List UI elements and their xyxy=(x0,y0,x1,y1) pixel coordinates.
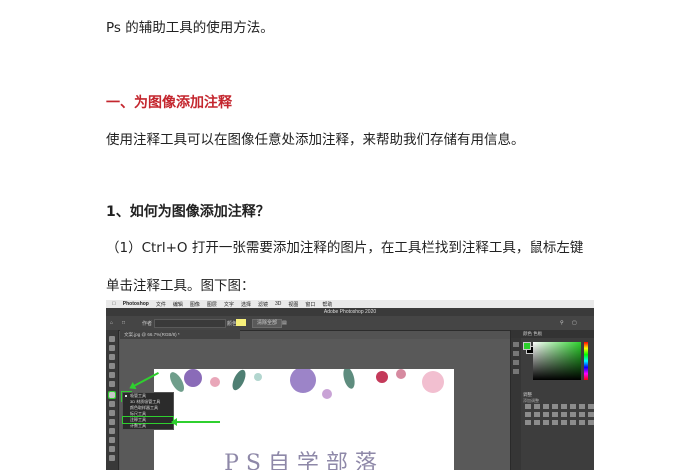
leaf-decoration xyxy=(229,369,249,393)
quick-select-tool-icon xyxy=(109,363,115,369)
adjustment-icon xyxy=(543,412,549,417)
menu-item: 选择 xyxy=(237,301,251,308)
adjustment-icon xyxy=(543,404,549,409)
green-arrow-icon xyxy=(171,418,220,426)
hue-slider xyxy=(584,342,588,380)
apple-icon:  xyxy=(112,301,116,307)
blur-tool-icon xyxy=(109,455,115,461)
adjustment-icon xyxy=(552,420,558,425)
lasso-tool-icon xyxy=(109,354,115,360)
author-label: 作者 xyxy=(142,321,153,327)
note-tool-icon: □ xyxy=(122,320,126,326)
adjustment-icon xyxy=(570,412,576,417)
history-brush-tool-icon xyxy=(109,428,115,434)
panel-icon xyxy=(513,360,519,365)
adjustment-icon xyxy=(588,404,594,409)
right-panel: 颜色 色板 调整 添加调整 xyxy=(510,330,594,470)
adjustment-icon xyxy=(552,412,558,417)
flower-decoration xyxy=(210,377,220,387)
color-picker-field xyxy=(533,342,581,380)
menu-item: 文件 xyxy=(152,301,166,308)
adjustment-icon xyxy=(588,420,594,425)
brush-tool-icon xyxy=(109,410,115,416)
menu-item: 编辑 xyxy=(169,301,183,308)
move-tool-icon xyxy=(109,336,115,342)
gradient-tool-icon xyxy=(109,446,115,452)
panel-tabs: 颜色 色板 xyxy=(511,330,594,338)
adjustment-icon xyxy=(534,404,540,409)
mac-menubar:  Photoshop 文件 编辑 图像 图层 文字 选择 滤镜 3D 视图 窗… xyxy=(106,300,594,308)
menu-item: 滤镜 xyxy=(254,301,268,308)
menubar-app-name: Photoshop xyxy=(119,301,149,307)
adjustment-icon xyxy=(525,404,531,409)
step-line-2: 单击注释工具。图下图： xyxy=(106,278,255,294)
menu-item: 3D xyxy=(271,301,281,307)
adjustment-icon xyxy=(552,404,558,409)
image-canvas: PS自学部落 xyxy=(154,369,454,470)
workspace-icon: ▢ xyxy=(572,320,577,326)
search-icon: ⚲ xyxy=(560,320,564,326)
marquee-tool-icon xyxy=(109,345,115,351)
panel-icon xyxy=(513,342,519,347)
flower-decoration xyxy=(376,371,388,383)
flower-decoration xyxy=(184,369,202,387)
adjustment-icon xyxy=(570,404,576,409)
menu-item: 窗口 xyxy=(301,301,315,308)
menu-item: 图像 xyxy=(186,301,200,308)
frame-tool-icon xyxy=(109,381,115,387)
foreground-color-swatch xyxy=(523,342,531,350)
menu-item: 图层 xyxy=(203,301,217,308)
adjustment-icon xyxy=(579,412,585,417)
toolbar xyxy=(106,330,119,470)
step-line-1: （1）Ctrl+O 打开一张需要添加注释的图片，在工具栏找到注释工具，鼠标左键 xyxy=(106,240,584,256)
adjustment-icon xyxy=(561,420,567,425)
menu-item: 视图 xyxy=(284,301,298,308)
adjustment-icon xyxy=(561,404,567,409)
adjustment-icon xyxy=(570,420,576,425)
options-bar: ⌂ □ 作者 颜色: 清除全部 ▤ ⚲ ▢ xyxy=(106,316,594,331)
leaf-decoration xyxy=(341,369,357,390)
author-input xyxy=(154,319,226,328)
canvas-area: PS自学部落 xyxy=(120,339,510,470)
section-heading: 一、为图像添加注释 xyxy=(106,95,232,111)
flower-decoration xyxy=(422,371,444,393)
adjustment-icon xyxy=(525,420,531,425)
healing-tool-icon xyxy=(109,401,115,407)
eyedropper-tool-icon xyxy=(108,391,116,399)
crop-tool-icon xyxy=(109,372,115,378)
section-description: 使用注释工具可以在图像任意处添加注释，来帮助我们存储有用信息。 xyxy=(106,132,525,148)
menu-item: 文字 xyxy=(220,301,234,308)
window-title: Adobe Photoshop 2020 xyxy=(106,308,594,316)
document-tab: 文案.jpg @ 66.7%(RGB/8) * xyxy=(120,330,240,339)
note-color-swatch xyxy=(236,319,246,326)
subheading: 1、如何为图像添加注释？ xyxy=(106,204,270,220)
adjustment-icon xyxy=(534,420,540,425)
adjustment-icon xyxy=(561,412,567,417)
adjustment-icon xyxy=(525,412,531,417)
eraser-tool-icon xyxy=(109,437,115,443)
panel-icon-strip xyxy=(511,338,521,470)
flower-decoration xyxy=(254,373,262,381)
canvas-title: PS自学部落 xyxy=(224,451,384,470)
menu-item: 帮助 xyxy=(318,301,332,308)
notes-panel-icon: ▤ xyxy=(282,320,287,326)
intro-text: Ps 的辅助工具的使用方法。 xyxy=(106,20,274,36)
adjustment-icon-grid xyxy=(525,404,594,425)
flower-decoration xyxy=(290,369,316,393)
adjustment-icon xyxy=(543,420,549,425)
adjustment-icon xyxy=(579,420,585,425)
flyout-item: 计数工具 xyxy=(130,423,146,428)
adjustment-icon xyxy=(579,404,585,409)
clear-all-button: 清除全部 xyxy=(252,319,283,328)
flower-decoration xyxy=(322,389,332,399)
stamp-tool-icon xyxy=(109,419,115,425)
panel-icon xyxy=(513,369,519,374)
panel-icon xyxy=(513,351,519,356)
flower-decoration xyxy=(396,369,406,379)
home-icon: ⌂ xyxy=(110,320,114,326)
adjustment-icon xyxy=(588,412,594,417)
photoshop-screenshot:  Photoshop 文件 编辑 图像 图层 文字 选择 滤镜 3D 视图 窗… xyxy=(106,300,594,470)
adjustment-icon xyxy=(534,412,540,417)
tool-flyout-menu: 吸管工具 3D 材质吸管工具 颜色取样器工具 标尺工具 注释工具 计数工具 xyxy=(122,392,174,430)
